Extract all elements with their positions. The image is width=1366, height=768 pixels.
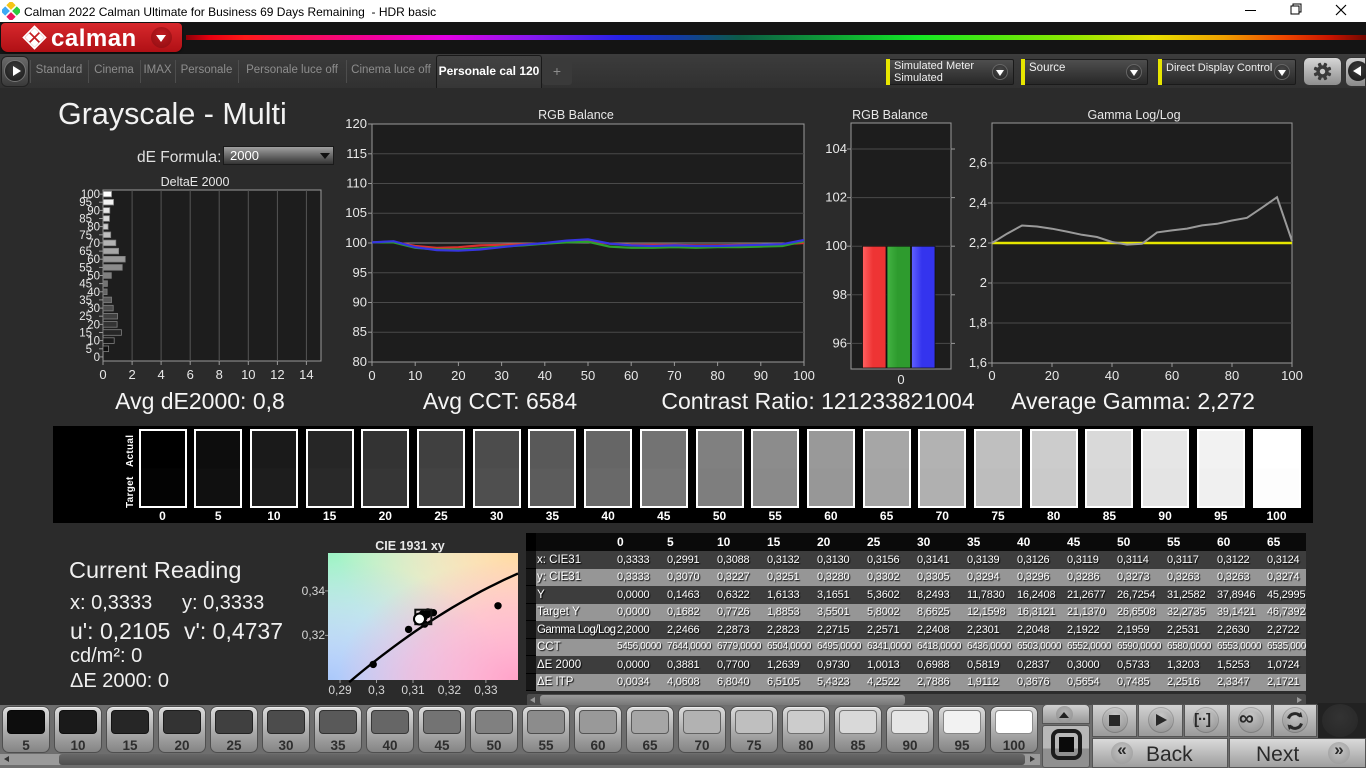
svg-text:0: 0 [368, 368, 375, 383]
svg-text:2,6: 2,6 [969, 155, 987, 170]
svg-text:0: 0 [897, 372, 904, 387]
svg-text:90: 90 [754, 368, 768, 383]
svg-text:0,32: 0,32 [438, 683, 462, 697]
svg-text:100: 100 [825, 238, 847, 253]
svg-text:2,4: 2,4 [969, 195, 987, 210]
svg-text:115: 115 [346, 146, 367, 161]
svg-text:0,29: 0,29 [328, 683, 352, 697]
svg-text:RGB Balance: RGB Balance [538, 108, 614, 122]
svg-text:0,34: 0,34 [302, 584, 326, 598]
svg-text:100: 100 [81, 189, 100, 201]
svg-text:8: 8 [216, 367, 223, 382]
svg-text:CIE 1931 xy: CIE 1931 xy [375, 539, 445, 553]
svg-text:98: 98 [833, 287, 847, 302]
svg-text:90: 90 [353, 295, 367, 310]
svg-text:0: 0 [99, 367, 106, 382]
svg-text:0,3: 0,3 [368, 683, 385, 697]
svg-text:100: 100 [345, 235, 367, 250]
svg-text:2: 2 [980, 275, 987, 290]
svg-text:0,32: 0,32 [302, 628, 326, 642]
svg-text:2: 2 [128, 367, 135, 382]
svg-text:100: 100 [1281, 368, 1303, 383]
svg-text:95: 95 [353, 265, 367, 280]
svg-text:20: 20 [1045, 368, 1059, 383]
svg-text:30: 30 [494, 368, 508, 383]
svg-text:40: 40 [1105, 368, 1119, 383]
svg-text:40: 40 [538, 368, 552, 383]
svg-text:102: 102 [825, 190, 847, 205]
svg-text:RGB Balance: RGB Balance [852, 108, 928, 122]
svg-text:70: 70 [667, 368, 681, 383]
svg-text:4: 4 [157, 367, 164, 382]
svg-text:1,8: 1,8 [969, 315, 987, 330]
svg-text:12: 12 [270, 367, 284, 382]
svg-text:0,33: 0,33 [474, 683, 498, 697]
svg-text:6: 6 [187, 367, 194, 382]
svg-text:110: 110 [346, 176, 367, 191]
svg-text:Gamma Log/Log: Gamma Log/Log [1087, 108, 1180, 122]
svg-text:60: 60 [624, 368, 638, 383]
svg-text:1,6: 1,6 [969, 355, 987, 370]
svg-text:105: 105 [345, 205, 367, 220]
svg-text:85: 85 [353, 324, 367, 339]
svg-text:104: 104 [825, 141, 847, 156]
svg-text:120: 120 [345, 116, 367, 131]
svg-text:60: 60 [1165, 368, 1179, 383]
svg-text:0: 0 [94, 352, 100, 364]
svg-text:0,31: 0,31 [401, 683, 425, 697]
svg-text:80: 80 [353, 354, 367, 369]
svg-text:2,2: 2,2 [969, 235, 987, 250]
svg-text:DeltaE 2000: DeltaE 2000 [161, 175, 230, 189]
svg-text:100: 100 [793, 368, 815, 383]
svg-text:10: 10 [241, 367, 255, 382]
svg-text:80: 80 [710, 368, 724, 383]
svg-text:80: 80 [1225, 368, 1239, 383]
svg-text:0: 0 [988, 368, 995, 383]
svg-text:14: 14 [299, 367, 313, 382]
svg-text:10: 10 [408, 368, 422, 383]
svg-text:96: 96 [833, 335, 847, 350]
svg-text:50: 50 [581, 368, 595, 383]
svg-text:20: 20 [451, 368, 465, 383]
